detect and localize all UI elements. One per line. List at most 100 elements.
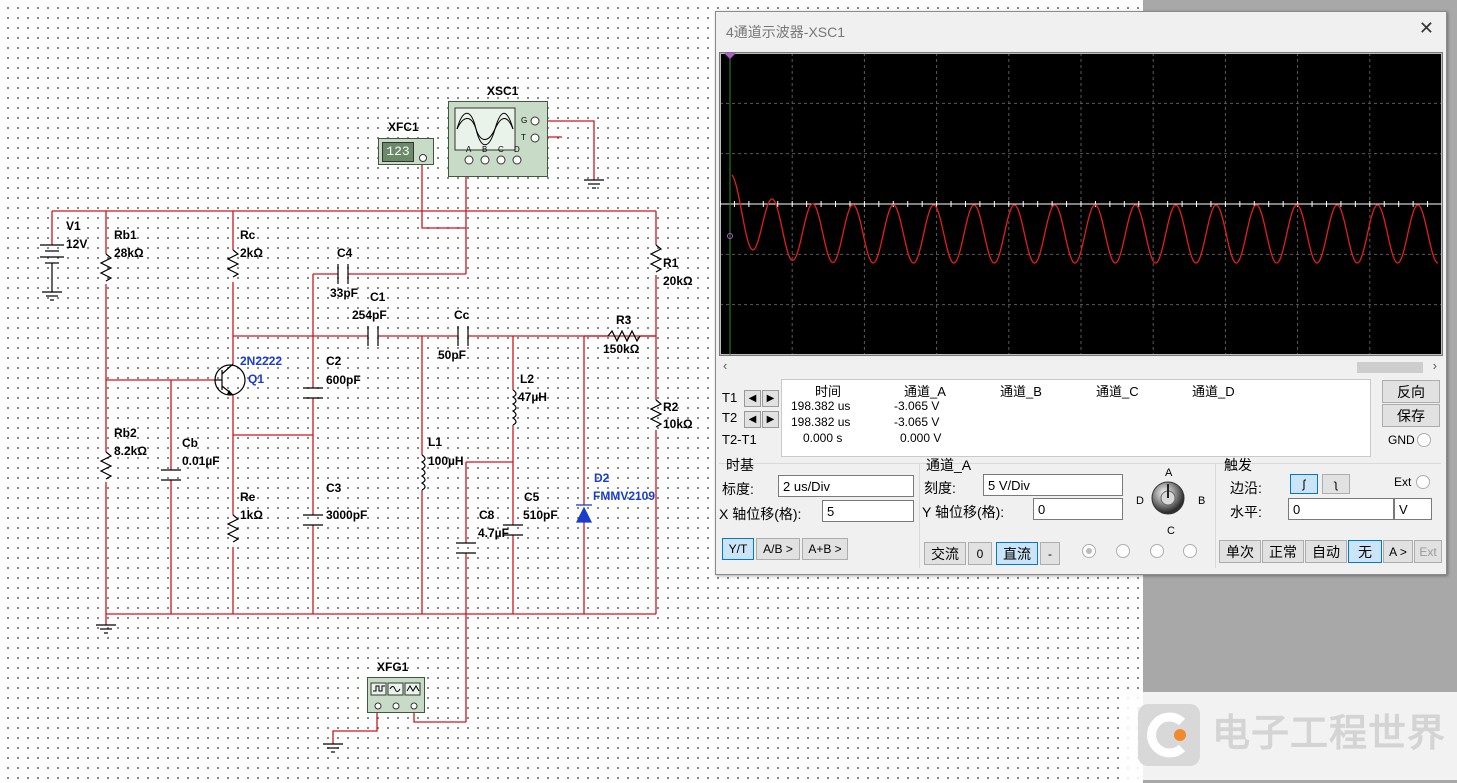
label-l1-value: 100µH [428, 454, 464, 468]
label-r3-name: R3 [616, 313, 632, 327]
scroll-right-icon[interactable]: › [1433, 358, 1437, 373]
label-c3-name: C3 [326, 481, 342, 495]
label-c1-value: 254pF [352, 308, 387, 322]
label-r3-value: 150kΩ [603, 342, 640, 356]
counter-terminal[interactable] [419, 154, 427, 162]
edge-rising-icon[interactable]: ʃ [1290, 474, 1318, 494]
label-rc-name: Rc [240, 228, 256, 242]
channel-selector-knob-icon[interactable] [1149, 479, 1187, 517]
mode-yt-button[interactable]: Y/T [722, 538, 754, 560]
t1-label: T1 [722, 390, 738, 405]
trigger-title: 触发 [1224, 457, 1252, 473]
knob-label-a: A [1165, 467, 1173, 479]
label-v1-name: V1 [66, 219, 81, 233]
trigger-level-field[interactable]: 0 [1288, 498, 1394, 520]
label-r1-name: R1 [663, 256, 679, 270]
label-xsc1: XSC1 [487, 84, 519, 98]
trigger-ext-button[interactable]: Ext [1414, 540, 1442, 563]
scope-screen[interactable] [719, 52, 1443, 356]
counter-display: 123 [382, 142, 414, 162]
label-r2-name: R2 [663, 400, 679, 414]
trigger-normal-button[interactable]: 正常 [1262, 540, 1304, 563]
oscilloscope-window[interactable]: 4通道示波器-XSC1 ✕ ‹ › T1 ◀ ▶ T2 ◀ ▶ T2-T1 时间… [715, 11, 1447, 575]
label-xfg1: XFG1 [377, 660, 409, 674]
ext-trigger-terminal[interactable] [1416, 475, 1430, 489]
save-button[interactable]: 保存 [1382, 404, 1440, 427]
scroll-left-icon[interactable]: ‹ [723, 358, 727, 373]
trigger-level-unit[interactable]: V [1394, 498, 1432, 520]
label-xfc1: XFC1 [388, 120, 419, 134]
label-c3-value: 3000pF [326, 508, 368, 522]
channel-scale-field[interactable]: 5 V/Div [983, 474, 1123, 496]
label-cc-name: Cc [454, 308, 470, 322]
gnd-terminal[interactable] [1417, 433, 1431, 447]
coupling-dc-button[interactable]: 直流 [996, 542, 1038, 565]
trigger-single-button[interactable]: 单次 [1219, 540, 1261, 563]
t2-label: T2 [722, 410, 738, 425]
reverse-button[interactable]: 反向 [1382, 380, 1440, 403]
timebase-scale-field[interactable]: 2 us/Div [778, 475, 914, 497]
label-l2-value: 47µH [518, 390, 547, 404]
channel-a-trace [731, 174, 1439, 264]
label-c2-value: 600pF [326, 373, 361, 387]
trigger-a-button[interactable]: A > [1383, 540, 1413, 563]
y-position-field[interactable]: 0 [1033, 498, 1123, 520]
channel-radio-d[interactable] [1183, 544, 1197, 558]
t1-right-arrow-icon[interactable]: ▶ [762, 390, 779, 407]
scrollbar-thumb[interactable] [1357, 362, 1423, 373]
coupling-ac-button[interactable]: 交流 [924, 542, 966, 565]
label-q1-model: 2N2222 [240, 354, 283, 368]
label-c8-value: 4.7µF [478, 526, 509, 540]
coupling-minus-button[interactable]: - [1040, 542, 1060, 565]
label-rc-value: 2kΩ [240, 246, 263, 260]
coupling-zero-button[interactable]: 0 [968, 542, 992, 565]
label-d2-model: FMMV2109 [593, 489, 656, 503]
trigger-auto-button[interactable]: 自动 [1305, 540, 1347, 563]
channel-radio-a[interactable] [1082, 544, 1096, 558]
t1-channel-a: -3.065 V [894, 399, 940, 413]
level-label: 水平: [1230, 504, 1262, 520]
mode-ab-button[interactable]: A/B > [756, 538, 800, 560]
label-l1-name: L1 [428, 435, 443, 449]
window-title: 4通道示波器-XSC1 [726, 24, 846, 40]
horizontal-scrollbar[interactable]: ‹ › [719, 358, 1441, 375]
t2-right-arrow-icon[interactable]: ▶ [762, 411, 779, 428]
watermark: 电子工程世界 [1122, 692, 1457, 780]
scope-term-a: A [466, 145, 472, 154]
label-re-value: 1kΩ [240, 508, 263, 522]
mode-a-plus-b-button[interactable]: A+B > [802, 538, 848, 560]
channel-scale-label: 刻度: [924, 480, 956, 496]
t1-left-arrow-icon[interactable]: ◀ [744, 390, 761, 407]
header-time: 时间 [815, 384, 842, 399]
label-c8-name: C8 [479, 508, 495, 522]
edge-falling-icon[interactable]: ʅ [1322, 474, 1350, 494]
label-cb-name: Cb [182, 436, 198, 450]
label-rb1-value: 28kΩ [114, 246, 144, 260]
frequency-counter-xfc1[interactable]: 123 [378, 138, 434, 165]
channel-radio-b[interactable] [1116, 544, 1130, 558]
t2-channel-a: -3.065 V [894, 415, 940, 429]
t1-time: 198.382 us [791, 399, 851, 413]
t2-left-arrow-icon[interactable]: ◀ [744, 411, 761, 428]
knob-label-d: D [1136, 495, 1144, 507]
t2t1-label: T2-T1 [722, 432, 757, 447]
gnd-label: GND [1388, 433, 1415, 447]
label-rb1-name: Rb1 [114, 228, 137, 242]
channel-radio-c[interactable] [1150, 544, 1164, 558]
x-position-label: X 轴位移(格): [719, 506, 802, 522]
trigger-none-button[interactable]: 无 [1348, 540, 1382, 563]
close-icon[interactable]: ✕ [1419, 18, 1434, 39]
oscilloscope-instrument-xsc1[interactable]: A B C D G T [448, 101, 548, 177]
function-generator-xfg1[interactable] [367, 677, 425, 713]
y-position-label: Y 轴位移(格): [922, 504, 1005, 520]
label-r1-value: 20kΩ [663, 274, 693, 288]
scope-term-g: G [521, 116, 528, 125]
label-cc-value: 50pF [438, 348, 467, 362]
watermark-text: 电子工程世界 [1212, 711, 1447, 755]
header-channel-d: 通道_D [1192, 384, 1235, 399]
label-l2-name: L2 [520, 372, 535, 386]
cursor-readout-table: 时间 通道_A 通道_B 通道_C 通道_D 198.382 us -3.065… [781, 379, 1371, 457]
scope-graph [719, 53, 1442, 355]
header-channel-c: 通道_C [1096, 384, 1139, 399]
x-position-field[interactable]: 5 [822, 500, 914, 522]
